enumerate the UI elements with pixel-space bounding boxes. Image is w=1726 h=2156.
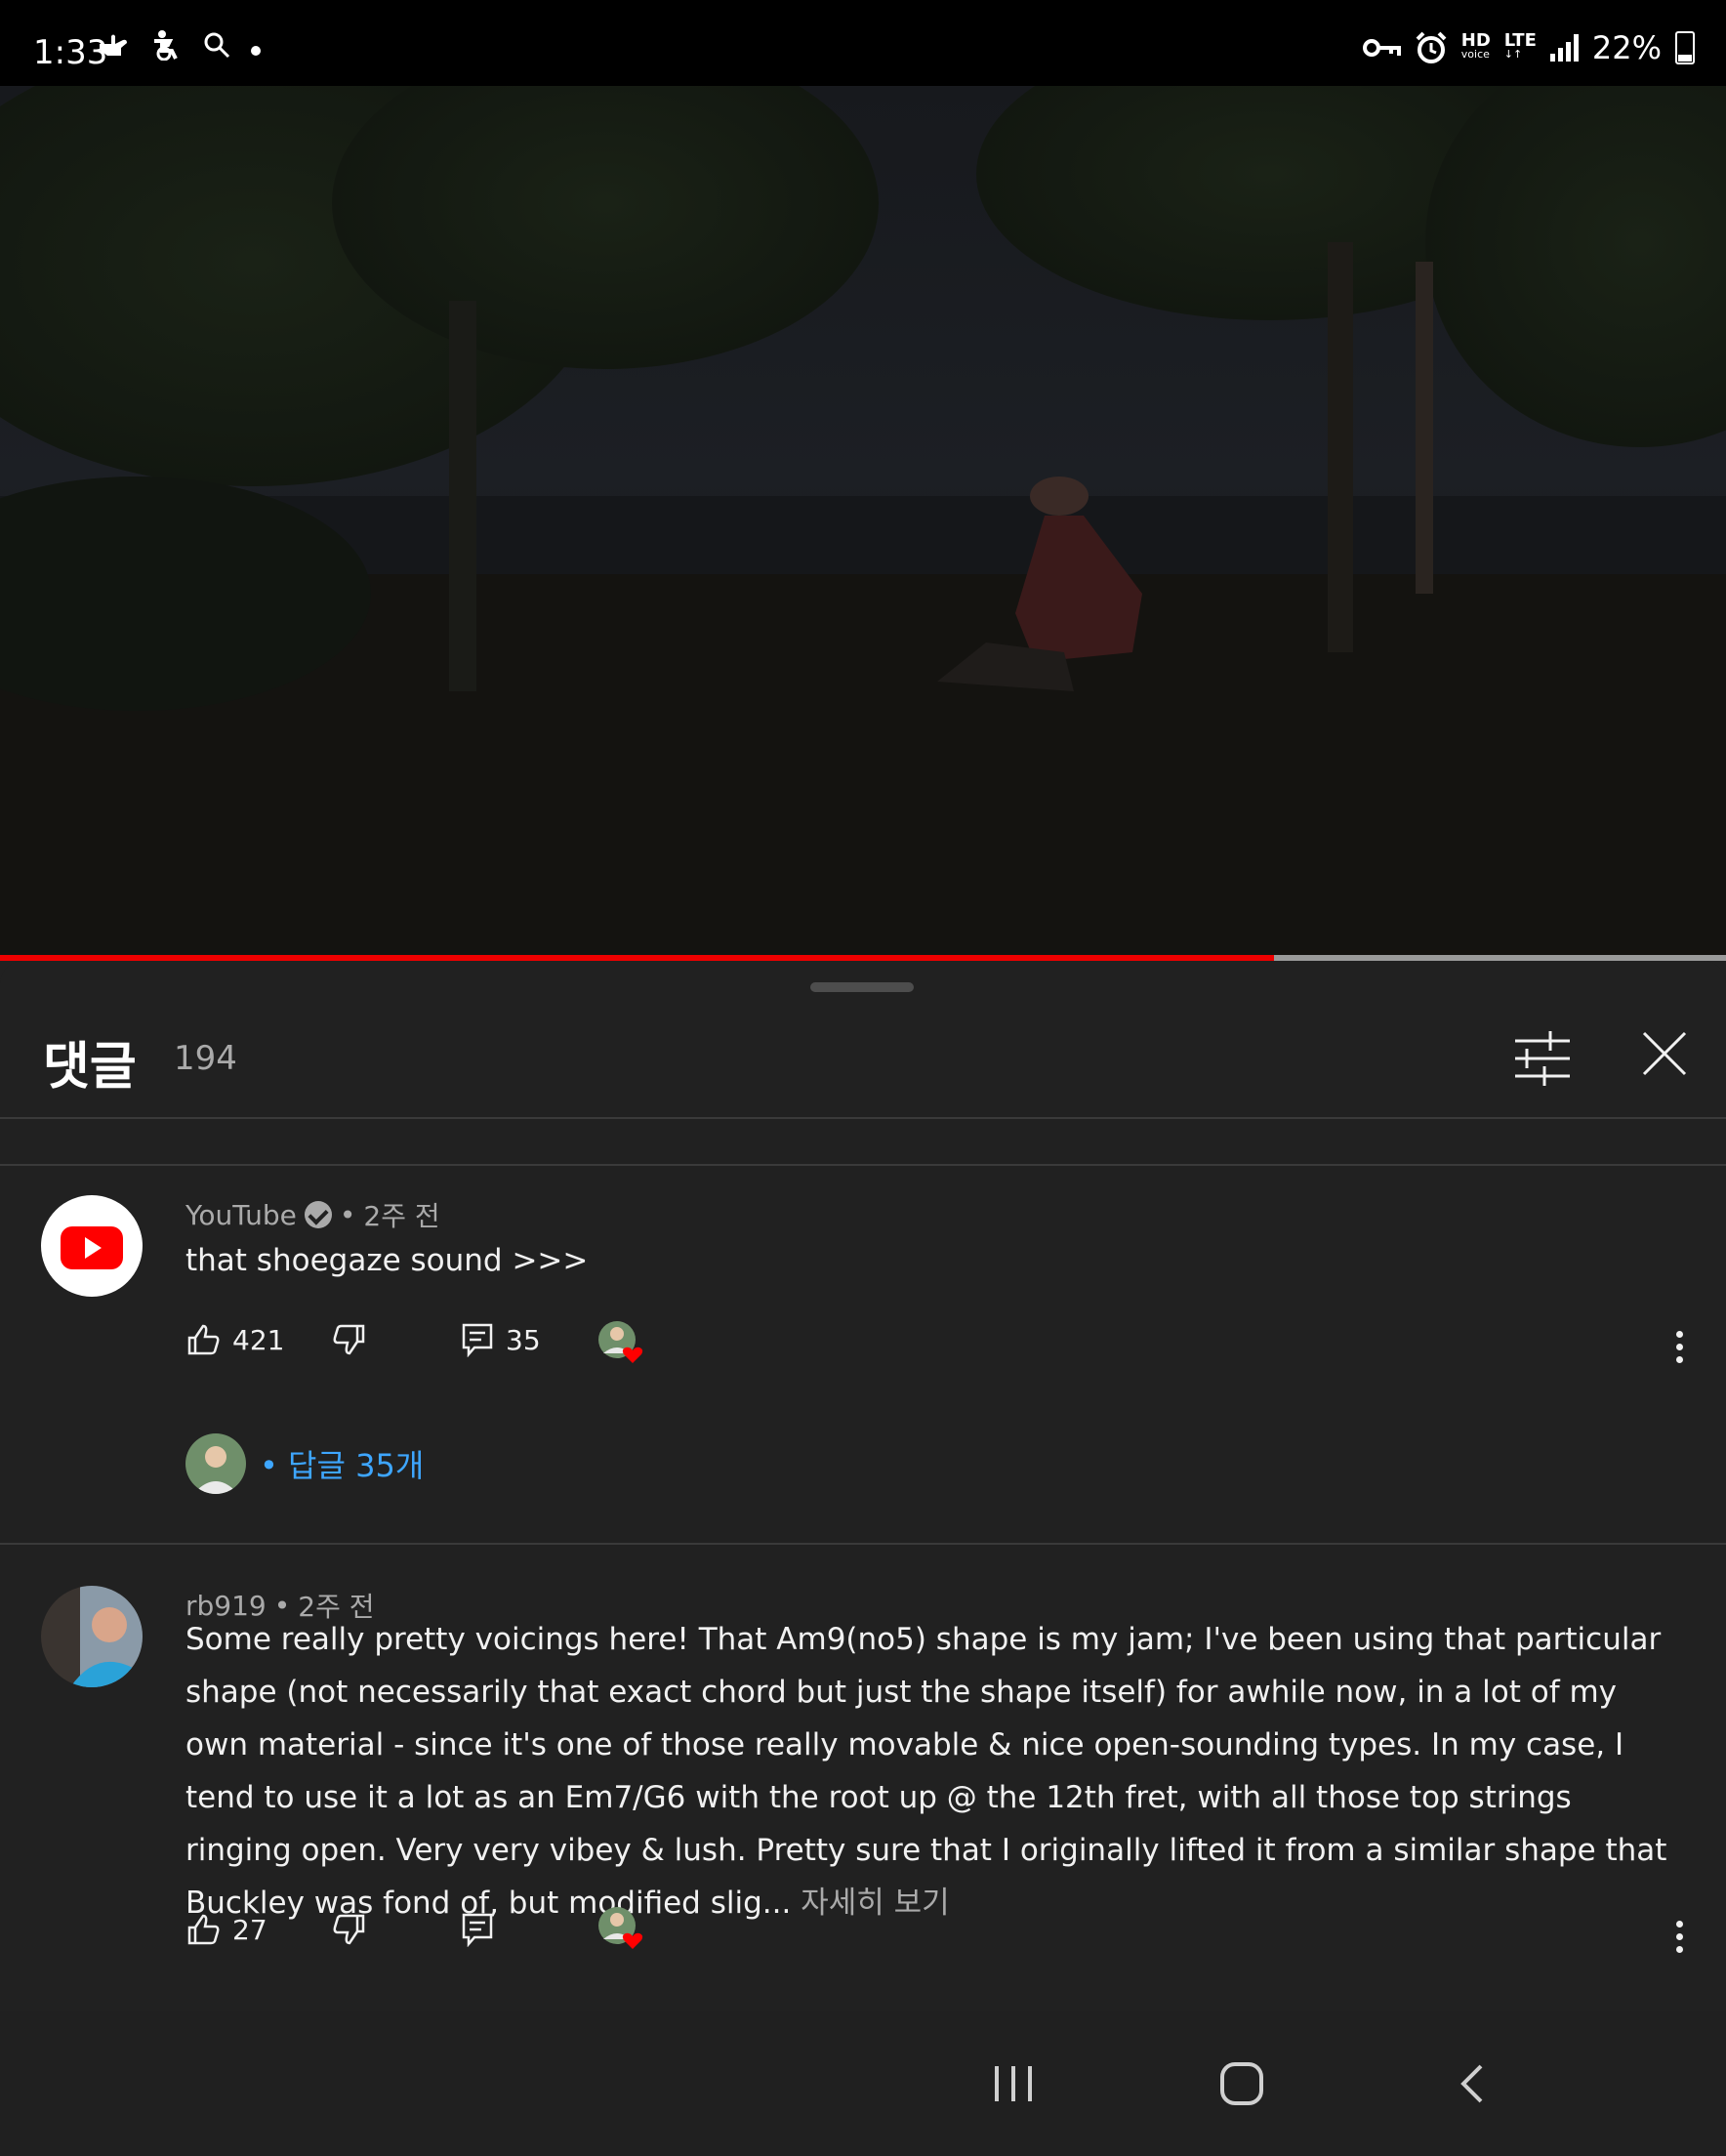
chips-divider xyxy=(0,1164,1726,1166)
dislike-button[interactable] xyxy=(332,1322,367,1357)
comment-actions: 421 35 xyxy=(185,1320,1689,1371)
comment-author[interactable]: YouTube xyxy=(185,1199,297,1231)
verified-icon xyxy=(304,1201,332,1228)
home-icon[interactable] xyxy=(1183,2011,1300,2156)
search-icon xyxy=(203,31,230,66)
thumb-down-icon xyxy=(333,1914,365,1945)
comment-meta: YouTube • 2주 전 xyxy=(185,1195,440,1234)
comment-item: YouTube • 2주 전 that shoegaze sound >>> 4… xyxy=(0,1195,1726,1527)
back-icon[interactable] xyxy=(1414,2011,1531,2156)
replies-label: • 답글 35개 xyxy=(260,1447,425,1484)
vpn-key-icon xyxy=(1362,39,1401,57)
meta-separator: • xyxy=(339,1198,356,1231)
thumb-down-icon xyxy=(333,1324,365,1355)
more-options-icon[interactable] xyxy=(1669,1912,1689,1961)
comment-divider xyxy=(0,1543,1726,1545)
status-right-icons: HD voice LTE ↓↑ 22% xyxy=(1362,29,1695,66)
like-button[interactable]: 421 xyxy=(185,1322,284,1357)
voice-label: voice xyxy=(1460,48,1490,61)
dislike-button[interactable] xyxy=(332,1912,367,1947)
recent-apps-icon[interactable] xyxy=(955,2011,1072,2156)
comment-icon xyxy=(462,1913,493,1947)
battery-icon xyxy=(1675,31,1695,64)
user-avatar[interactable] xyxy=(41,1586,143,1687)
comment-text: Some really pretty voicings here! That A… xyxy=(185,1613,1687,1929)
system-navigation-bar xyxy=(0,2011,1726,2156)
comments-title: 댓글 xyxy=(43,1038,137,1097)
comment-text: that shoegaze sound >>> xyxy=(185,1243,589,1278)
like-count: 27 xyxy=(232,1913,267,1946)
close-icon[interactable] xyxy=(1640,1029,1689,1078)
comments-count: 194 xyxy=(174,1039,237,1078)
youtube-logo-avatar[interactable] xyxy=(41,1195,143,1297)
reply-button[interactable] xyxy=(461,1912,494,1947)
status-time: 1:33 xyxy=(33,33,108,72)
comment-body: Some really pretty voicings here! That A… xyxy=(185,1622,1667,1921)
battery-percent: 22% xyxy=(1591,29,1662,66)
video-frame xyxy=(0,86,1726,957)
comment-time: 2주 전 xyxy=(363,1200,440,1232)
status-left-icons xyxy=(98,29,264,68)
signal-icon xyxy=(1549,34,1579,62)
hand-gesture-icon xyxy=(98,30,133,67)
accessibility-icon xyxy=(150,29,185,68)
drag-handle[interactable] xyxy=(810,982,914,992)
view-replies-button[interactable]: • 답글 35개 xyxy=(185,1433,424,1494)
reply-count: 35 xyxy=(506,1323,541,1356)
dot-icon xyxy=(248,32,264,66)
alarm-icon xyxy=(1416,31,1447,63)
comments-sheet: 댓글 194 YouTube • 2주 전 that shoegaze soun… xyxy=(0,961,1726,2013)
status-bar: 1:33 HD voice LTE ↓↑ 22% xyxy=(0,0,1726,86)
hd-voice-icon: HD voice xyxy=(1460,30,1491,62)
reply-button[interactable]: 35 xyxy=(461,1322,541,1357)
creator-heart-icon xyxy=(597,1906,643,1951)
creator-avatar xyxy=(185,1433,246,1494)
comment-icon xyxy=(462,1323,493,1357)
hd-label: HD xyxy=(1460,30,1491,51)
header-divider xyxy=(0,1117,1726,1119)
lte-label: LTE xyxy=(1503,30,1537,51)
thumb-up-icon xyxy=(187,1324,220,1355)
creator-heart-icon xyxy=(597,1320,643,1365)
comment-item: rb919 • 2주 전 Some really pretty voicings… xyxy=(0,1586,1726,1976)
lte-icon: LTE ↓↑ xyxy=(1503,30,1537,62)
like-count: 421 xyxy=(232,1323,285,1356)
like-button[interactable]: 27 xyxy=(185,1912,267,1947)
comment-actions: 27 xyxy=(185,1907,1689,1961)
thumb-up-icon xyxy=(187,1914,220,1945)
video-player[interactable] xyxy=(0,86,1726,957)
tune-icon[interactable] xyxy=(1511,1029,1574,1088)
more-options-icon[interactable] xyxy=(1669,1322,1689,1371)
